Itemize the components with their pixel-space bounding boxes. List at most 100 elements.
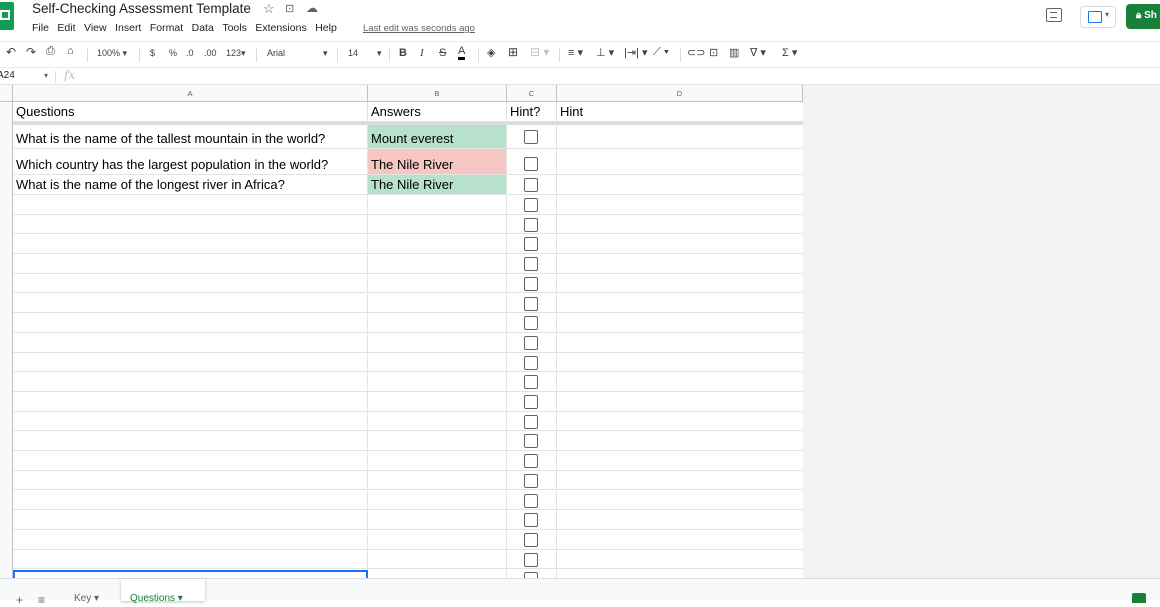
empty-cell[interactable] xyxy=(557,392,803,411)
empty-cell[interactable] xyxy=(13,352,368,372)
sheets-logo-icon[interactable] xyxy=(0,2,14,30)
hint-checkbox[interactable] xyxy=(524,157,538,171)
empty-cell[interactable] xyxy=(507,332,557,352)
answer-cell[interactable]: The Nile River xyxy=(368,175,507,194)
question-cell[interactable]: Which country has the largest population… xyxy=(13,149,368,174)
empty-cell[interactable] xyxy=(368,214,507,234)
empty-cell[interactable] xyxy=(557,451,803,470)
share-button[interactable]: 🔒︎ Sh xyxy=(1126,4,1160,29)
currency-format-button[interactable]: $ xyxy=(150,48,155,58)
empty-cell[interactable] xyxy=(368,332,507,352)
empty-cell[interactable] xyxy=(368,392,507,411)
empty-cell[interactable] xyxy=(13,510,368,529)
hint-checkbox[interactable] xyxy=(524,532,538,547)
empty-cell[interactable] xyxy=(368,569,507,578)
empty-cell[interactable] xyxy=(507,273,557,293)
empty-cell[interactable] xyxy=(507,195,557,214)
chevron-down-icon[interactable]: ▾ xyxy=(44,71,48,80)
hint-checkbox[interactable] xyxy=(524,316,538,331)
empty-cell[interactable] xyxy=(557,313,803,332)
hint-checkbox[interactable] xyxy=(524,178,538,192)
text-rotation-icon[interactable]: ⟋ ▾ xyxy=(653,46,669,59)
column-header-a[interactable]: A xyxy=(13,85,368,102)
empty-cell[interactable] xyxy=(13,372,368,391)
empty-cell[interactable] xyxy=(507,451,557,470)
print-icon[interactable]: ⎙ xyxy=(46,45,55,58)
name-box[interactable]: A24 xyxy=(0,70,15,81)
cloud-status-icon[interactable]: ☁ xyxy=(306,1,318,15)
redo-icon[interactable]: ↷ xyxy=(26,45,36,59)
paint-format-icon[interactable]: ⌂ xyxy=(67,45,74,57)
empty-cell[interactable] xyxy=(13,254,368,273)
explore-icon[interactable] xyxy=(1132,593,1146,603)
empty-cell[interactable] xyxy=(507,549,557,569)
cell-d1[interactable]: Hint xyxy=(557,102,803,121)
more-formats-button[interactable]: 123▾ xyxy=(226,48,246,59)
hint-checkbox[interactable] xyxy=(524,375,538,390)
sheet-tab-questions[interactable]: Questions ▾ xyxy=(121,579,205,604)
hint-checkbox[interactable] xyxy=(524,257,538,272)
empty-cell[interactable] xyxy=(557,491,803,510)
cell-b1[interactable]: Answers xyxy=(368,102,507,121)
empty-cell[interactable] xyxy=(557,569,803,578)
answer-cell[interactable]: Mount everest xyxy=(368,125,507,148)
menu-view[interactable]: View xyxy=(84,22,107,34)
increase-decimal-button[interactable]: .00 xyxy=(204,48,217,58)
horizontal-align-icon[interactable]: ≡ ▾ xyxy=(568,46,583,59)
column-header-b[interactable]: B xyxy=(368,85,507,102)
empty-cell[interactable] xyxy=(368,313,507,332)
star-icon[interactable]: ☆ xyxy=(263,1,275,17)
empty-cell[interactable] xyxy=(557,353,803,372)
text-color-button[interactable]: A xyxy=(458,46,466,60)
empty-cell[interactable] xyxy=(368,293,507,313)
insert-link-icon[interactable]: ⊂⊃ xyxy=(687,46,705,59)
column-header-d[interactable]: D xyxy=(557,85,803,102)
empty-cell[interactable] xyxy=(368,529,507,549)
hint-cell[interactable] xyxy=(557,149,803,174)
empty-cell[interactable] xyxy=(13,293,368,313)
empty-cell[interactable] xyxy=(13,431,368,451)
hint-checkbox[interactable] xyxy=(524,237,538,252)
last-edit-link[interactable]: Last edit was seconds ago xyxy=(363,23,475,34)
undo-icon[interactable]: ↶ xyxy=(6,45,16,59)
vertical-align-icon[interactable]: ⊥ ▾ xyxy=(596,46,614,59)
empty-cell[interactable] xyxy=(368,273,507,293)
empty-cell[interactable] xyxy=(557,412,803,431)
empty-cell[interactable] xyxy=(368,431,507,451)
merge-cells-icon[interactable]: ⊟ ▾ xyxy=(530,45,549,59)
empty-cell[interactable] xyxy=(507,470,557,490)
decrease-decimal-button[interactable]: .0 xyxy=(186,48,194,58)
fill-color-icon[interactable]: ◈ xyxy=(487,46,495,59)
empty-cell[interactable] xyxy=(13,411,368,431)
empty-cell[interactable] xyxy=(557,530,803,549)
empty-cell[interactable] xyxy=(368,510,507,529)
hint-checkbox[interactable] xyxy=(524,217,538,232)
hint-cell[interactable] xyxy=(557,125,803,148)
menu-help[interactable]: Help xyxy=(315,22,337,34)
font-family-select[interactable]: Arial xyxy=(267,48,285,58)
empty-cell[interactable] xyxy=(368,490,507,510)
empty-cell[interactable] xyxy=(557,333,803,352)
empty-cell[interactable] xyxy=(368,372,507,391)
hint-checkbox[interactable] xyxy=(524,454,538,469)
empty-cell[interactable] xyxy=(557,274,803,293)
hint-checkbox[interactable] xyxy=(524,493,538,508)
empty-cell[interactable] xyxy=(507,392,557,411)
empty-cell[interactable] xyxy=(13,332,368,352)
empty-cell[interactable] xyxy=(13,451,368,470)
menu-insert[interactable]: Insert xyxy=(115,22,141,34)
question-cell[interactable]: What is the name of the longest river in… xyxy=(13,175,368,194)
empty-cell[interactable] xyxy=(368,352,507,372)
hint-checkbox[interactable] xyxy=(524,335,538,350)
empty-cell[interactable] xyxy=(557,195,803,214)
sheet-grid[interactable]: Questions Answers Hint? Hint What is the… xyxy=(13,102,803,578)
answer-cell[interactable]: The Nile River xyxy=(368,149,507,174)
empty-cell[interactable] xyxy=(557,431,803,450)
menu-extensions[interactable]: Extensions xyxy=(255,22,306,34)
empty-cell[interactable] xyxy=(13,195,368,214)
empty-cell[interactable] xyxy=(557,215,803,234)
empty-cell[interactable] xyxy=(368,234,507,254)
empty-cell[interactable] xyxy=(13,490,368,510)
empty-cell[interactable] xyxy=(368,254,507,273)
hint-checkbox[interactable] xyxy=(524,434,538,449)
